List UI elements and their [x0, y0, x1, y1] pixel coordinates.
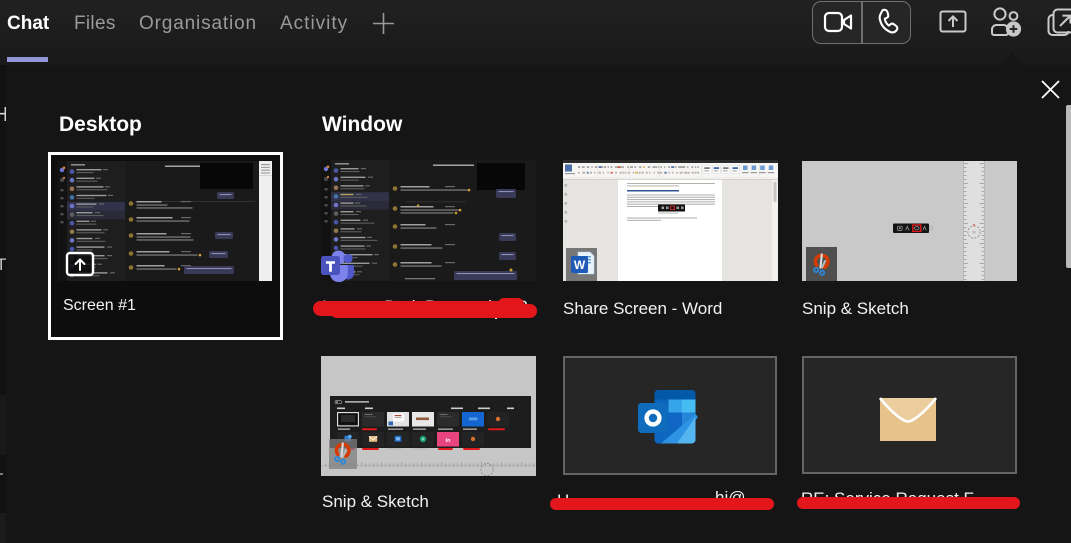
- svg-text:90: 90: [972, 231, 976, 235]
- svg-text:In: In: [446, 438, 452, 444]
- svg-text:W: W: [574, 258, 586, 272]
